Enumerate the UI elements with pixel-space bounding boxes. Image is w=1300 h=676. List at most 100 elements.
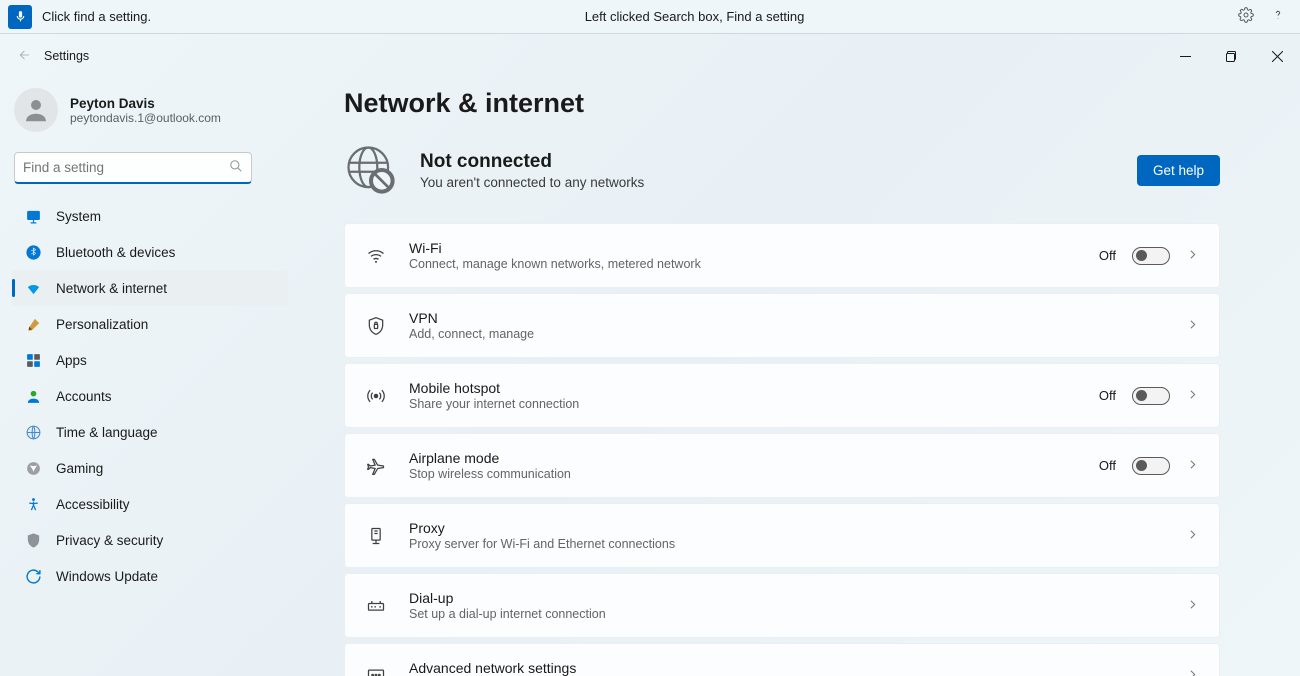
nav-gaming[interactable]: Gaming	[12, 450, 288, 486]
card-sub: Share your internet connection	[409, 397, 1099, 411]
search-input[interactable]	[23, 160, 229, 175]
toggle-label: Off	[1099, 388, 1116, 403]
card-vpn[interactable]: VPNAdd, connect, manage	[344, 293, 1220, 358]
nav-label: Personalization	[56, 317, 148, 332]
card-sub: Proxy server for Wi-Fi and Ethernet conn…	[409, 537, 1186, 551]
nav-label: Accessibility	[56, 497, 130, 512]
mic-icon	[14, 10, 27, 23]
nav-system[interactable]: System	[12, 198, 288, 234]
nav-update[interactable]: Windows Update	[12, 558, 288, 594]
app-title: Settings	[44, 49, 89, 63]
assist-bar: Click find a setting. Left clicked Searc…	[0, 0, 1300, 34]
hotspot-toggle[interactable]	[1132, 387, 1170, 405]
card-title: Mobile hotspot	[409, 380, 1099, 396]
nav-label: Time & language	[56, 425, 158, 440]
nav-apps[interactable]: Apps	[12, 342, 288, 378]
search-box[interactable]	[14, 152, 252, 184]
get-help-button[interactable]: Get help	[1137, 155, 1220, 186]
user-name: Peyton Davis	[70, 96, 221, 111]
mic-button[interactable]	[8, 5, 32, 29]
wifi-icon	[365, 246, 387, 266]
assist-status: Left clicked Search box, Find a setting	[151, 9, 1238, 24]
nav-label: Gaming	[56, 461, 103, 476]
nav-accounts[interactable]: Accounts	[12, 378, 288, 414]
nav-label: Network & internet	[56, 281, 167, 296]
status-subtitle: You aren't connected to any networks	[420, 175, 644, 190]
globe-disconnected-icon	[344, 143, 398, 197]
accessibility-icon	[24, 495, 42, 513]
chevron-right-icon	[1186, 668, 1199, 676]
page-title: Network & internet	[344, 88, 1220, 119]
arrow-left-icon	[18, 48, 32, 62]
connection-status: Not connected You aren't connected to an…	[344, 143, 1220, 197]
card-advanced[interactable]: Advanced network settingsView all networ…	[344, 643, 1220, 676]
minimize-icon	[1180, 51, 1191, 62]
avatar	[14, 88, 58, 132]
card-proxy[interactable]: ProxyProxy server for Wi-Fi and Ethernet…	[344, 503, 1220, 568]
nav-personalization[interactable]: Personalization	[12, 306, 288, 342]
status-title: Not connected	[420, 151, 644, 173]
card-sub: Connect, manage known networks, metered …	[409, 257, 1099, 271]
minimize-button[interactable]	[1162, 40, 1208, 72]
search-icon	[229, 159, 243, 176]
nav-network[interactable]: Network & internet	[12, 270, 288, 306]
card-title: Airplane mode	[409, 450, 1099, 466]
card-sub: Set up a dial-up internet connection	[409, 607, 1186, 621]
card-airplane[interactable]: Airplane modeStop wireless communication…	[344, 433, 1220, 498]
back-button[interactable]	[18, 48, 32, 65]
chevron-right-icon	[1186, 388, 1199, 404]
close-icon	[1272, 51, 1283, 62]
card-sub: Stop wireless communication	[409, 467, 1099, 481]
account-icon	[24, 387, 42, 405]
system-icon	[24, 207, 42, 225]
wifi-toggle[interactable]	[1132, 247, 1170, 265]
card-title: Wi-Fi	[409, 240, 1099, 256]
nav-label: System	[56, 209, 101, 224]
dialup-icon	[365, 596, 387, 616]
globe-icon	[24, 423, 42, 441]
gear-icon[interactable]	[1238, 7, 1254, 26]
wifi-icon	[24, 279, 42, 297]
card-sub: Add, connect, manage	[409, 327, 1186, 341]
proxy-icon	[365, 526, 387, 546]
nav-bluetooth[interactable]: Bluetooth & devices	[12, 234, 288, 270]
user-email: peytondavis.1@outlook.com	[70, 111, 221, 125]
nav-label: Accounts	[56, 389, 112, 404]
chevron-right-icon	[1186, 458, 1199, 474]
chevron-right-icon	[1186, 318, 1199, 334]
gaming-icon	[24, 459, 42, 477]
maximize-button[interactable]	[1208, 40, 1254, 72]
bluetooth-icon	[24, 243, 42, 261]
close-button[interactable]	[1254, 40, 1300, 72]
airplane-toggle[interactable]	[1132, 457, 1170, 475]
user-block[interactable]: Peyton Davis peytondavis.1@outlook.com	[0, 86, 300, 146]
assist-hint: Click find a setting.	[42, 9, 151, 24]
nav-label: Privacy & security	[56, 533, 163, 548]
card-hotspot[interactable]: Mobile hotspotShare your internet connec…	[344, 363, 1220, 428]
nav-accessibility[interactable]: Accessibility	[12, 486, 288, 522]
apps-icon	[24, 351, 42, 369]
main-content: Network & internet Not connected You are…	[300, 78, 1300, 676]
card-wifi[interactable]: Wi-FiConnect, manage known networks, met…	[344, 223, 1220, 288]
maximize-icon	[1226, 51, 1237, 62]
card-dialup[interactable]: Dial-upSet up a dial-up internet connect…	[344, 573, 1220, 638]
toggle-label: Off	[1099, 248, 1116, 263]
titlebar: Settings	[0, 34, 1300, 78]
nav-privacy[interactable]: Privacy & security	[12, 522, 288, 558]
airplane-icon	[365, 456, 387, 476]
help-icon[interactable]	[1270, 7, 1286, 26]
card-title: Advanced network settings	[409, 660, 1186, 676]
vpn-icon	[365, 316, 387, 336]
hotspot-icon	[365, 386, 387, 406]
card-title: VPN	[409, 310, 1186, 326]
nav: System Bluetooth & devices Network & int…	[0, 194, 300, 594]
person-icon	[21, 95, 51, 125]
shield-icon	[24, 531, 42, 549]
nav-label: Apps	[56, 353, 87, 368]
advanced-icon	[365, 666, 387, 676]
nav-label: Windows Update	[56, 569, 158, 584]
nav-time[interactable]: Time & language	[12, 414, 288, 450]
chevron-right-icon	[1186, 528, 1199, 544]
chevron-right-icon	[1186, 248, 1199, 264]
nav-label: Bluetooth & devices	[56, 245, 175, 260]
